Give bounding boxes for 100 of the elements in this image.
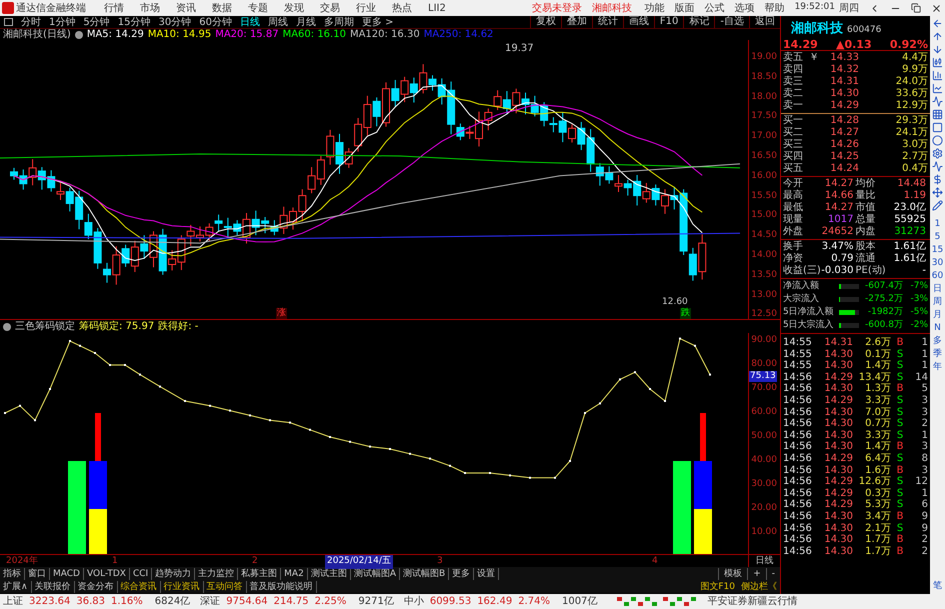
toolbar-button[interactable]: F10 (654, 16, 684, 28)
menu-item[interactable]: 版面 (674, 0, 695, 16)
period-shortcut[interactable]: 季 (933, 349, 942, 360)
login-status[interactable]: 交易未登录 (532, 0, 582, 16)
menu-item[interactable]: 资讯 (176, 0, 196, 16)
axis-label: 15.00 (751, 209, 777, 222)
bar-chart-icon[interactable] (932, 70, 943, 81)
period-shortcut[interactable]: 30 (932, 258, 944, 269)
grid-icon[interactable] (932, 109, 943, 120)
period-shortcut[interactable]: 年 (933, 362, 942, 373)
menu-item[interactable]: 公式 (704, 0, 725, 16)
info-tab[interactable]: 关联报价 (32, 580, 75, 592)
pulse-icon[interactable] (932, 96, 943, 107)
period-shortcut[interactable]: 月 (933, 310, 942, 321)
menu-item[interactable]: 专题 (248, 0, 268, 16)
index-name[interactable]: 上证 (3, 594, 23, 609)
toolbar-button[interactable]: -自选 (714, 16, 749, 28)
tick-time: 14:56 (783, 418, 813, 430)
flow-percent: -5% (909, 306, 928, 319)
ma-legend: MA60: 16.10 (282, 27, 346, 42)
restore-icon[interactable] (911, 3, 921, 13)
info-tab[interactable]: 普及版功能说明 (246, 580, 317, 592)
period-shortcut[interactable]: N (934, 323, 941, 334)
menu-item[interactable]: 行情 (104, 0, 124, 16)
axis-label: 16.50 (751, 150, 777, 163)
axis-label: 90.00 (751, 335, 777, 346)
info-tab[interactable]: 行业资讯 (160, 580, 204, 592)
panel-toggle[interactable]: 侧边栏《 (738, 580, 780, 592)
menu-item[interactable]: LII2 (428, 0, 446, 16)
menu-item[interactable]: 选项 (734, 0, 755, 16)
period-tab[interactable]: 多周期 (320, 14, 358, 30)
period-shortcut[interactable]: 15 (932, 245, 944, 256)
menu-item[interactable]: 发现 (284, 0, 304, 16)
menu-item[interactable]: 行业 (356, 0, 376, 16)
period-shortcut[interactable]: 60 (932, 271, 944, 282)
flow-percent: -2% (909, 319, 928, 332)
toolbar-button[interactable]: 叠加 (560, 16, 592, 28)
menu-item[interactable]: 功能 (644, 0, 665, 16)
tick-price: 14.30 (823, 441, 853, 453)
line-chart-icon[interactable] (932, 83, 943, 94)
menu-item[interactable]: 数据 (212, 0, 232, 16)
period-tab[interactable]: 1分钟 (45, 14, 80, 30)
axis-label: 80.00 (751, 359, 777, 370)
period-tab[interactable]: 更多 > (358, 14, 398, 30)
candlestick-icon[interactable] (932, 57, 943, 68)
period-tab[interactable]: 分时 (17, 14, 45, 30)
order-price: 14.31 (829, 76, 859, 88)
period-shortcut[interactable]: 多 (933, 336, 942, 347)
settings-icon[interactable] (932, 148, 943, 159)
period-shortcut[interactable]: 1 (934, 219, 940, 230)
period-tab[interactable]: 日线 (236, 14, 264, 30)
up-arrow-icon[interactable] (932, 31, 943, 42)
index-name[interactable]: 深证 (200, 594, 220, 609)
period-shortcut[interactable]: 5 (934, 232, 940, 243)
tick-side: B (896, 534, 904, 546)
tick-count: 1 (920, 337, 928, 349)
period-tab[interactable]: 周线 (264, 14, 292, 30)
tick-time: 14:56 (783, 464, 813, 476)
menu-item[interactable]: 市场 (140, 0, 160, 16)
info-tab[interactable]: 资金分布 (74, 580, 118, 592)
order-volume: 24.0万 (894, 76, 928, 88)
dollar-icon[interactable] (932, 174, 943, 185)
circle-icon[interactable] (932, 135, 943, 146)
stat-label: 今开 (783, 178, 803, 190)
index-name[interactable]: 中小 (404, 594, 424, 609)
pen-shortcut[interactable]: 笔 (933, 581, 942, 592)
menu-item[interactable]: 帮助 (764, 0, 785, 16)
close-icon[interactable] (931, 2, 942, 14)
tick-time: 14:56 (783, 510, 813, 522)
candlestick (502, 90, 511, 115)
toolbar-button[interactable]: 统计 (592, 16, 623, 28)
period-tab[interactable]: 60分钟 (195, 14, 236, 30)
toolbar-button[interactable]: 标记 (683, 16, 714, 28)
period-tab[interactable]: 30分钟 (154, 14, 196, 30)
toolbar-button[interactable]: 复权 (530, 16, 561, 28)
period-shortcut[interactable]: 日 (933, 284, 942, 295)
period-tab[interactable]: 15分钟 (114, 14, 154, 30)
pulse-icon[interactable] (932, 161, 943, 172)
tick-time: 14:56 (783, 383, 813, 395)
menu-item[interactable]: 交易 (320, 0, 340, 16)
pencil-icon[interactable] (932, 200, 943, 211)
back-arrow-icon[interactable] (932, 18, 943, 29)
panel-toggle-icon[interactable] (4, 18, 13, 26)
panel-toggle[interactable]: 图文F10 (697, 580, 738, 592)
period-tab[interactable]: 月线 (292, 14, 320, 30)
info-tab[interactable]: 综合资讯 (118, 580, 161, 592)
indicator-value: 筹码锁定: 75.97 (79, 320, 154, 334)
menu-item[interactable]: 热点 (392, 0, 412, 16)
toolbar-button[interactable]: 返回 (749, 16, 780, 28)
info-tab[interactable]: 扩展∧ (0, 580, 32, 592)
tick-side: S (896, 522, 904, 534)
indicator-value: 跌得好: - (158, 320, 198, 334)
move-icon[interactable] (932, 187, 943, 198)
period-tab[interactable]: 5分钟 (79, 14, 114, 30)
square-icon[interactable] (932, 122, 943, 133)
order-price: 14.32 (829, 64, 859, 76)
toolbar-button[interactable]: 画线 (622, 16, 654, 28)
down-arrow-icon[interactable] (932, 44, 943, 55)
period-shortcut[interactable]: 周 (933, 297, 942, 308)
info-tab[interactable]: 互动问答 (204, 580, 247, 592)
